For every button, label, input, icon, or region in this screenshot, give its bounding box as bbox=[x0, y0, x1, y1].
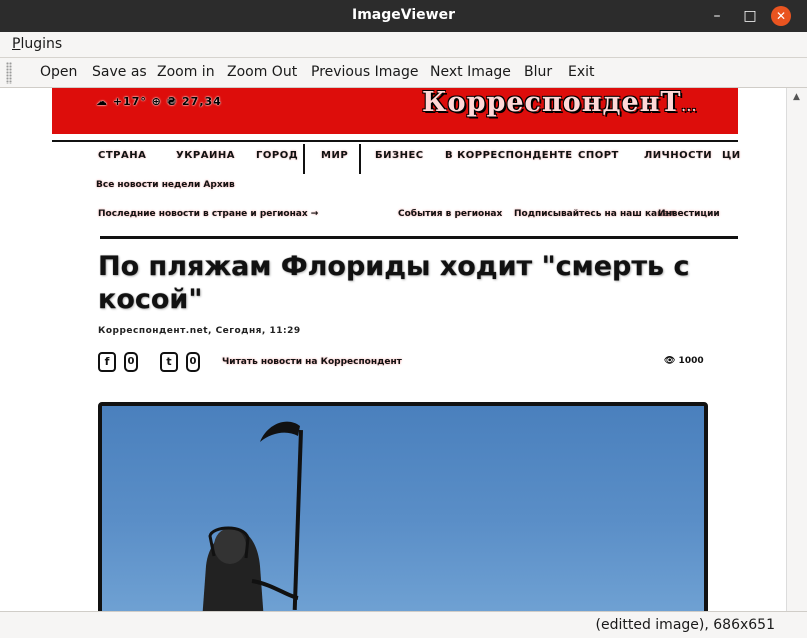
image-site-header: ☁ +17° ⊕ ₴ 27,34 КорреспонденТ... bbox=[52, 88, 738, 134]
image-nav-item: БИЗНЕС bbox=[375, 150, 424, 161]
image-nav-bar: СТРАНА УКРАИНА ГОРОД МИР БИЗНЕС В КОРРЕС… bbox=[52, 140, 741, 174]
image-share-text: Читать новости на Корреспондент bbox=[222, 357, 402, 367]
image-share-row: f 0 t 0 Читать новости на Корреспондент … bbox=[98, 352, 718, 374]
image-viewport[interactable]: ☁ +17° ⊕ ₴ 27,34 КорреспонденТ... СТРАНА… bbox=[0, 88, 786, 611]
menu-plugins-label: lugins bbox=[20, 36, 63, 52]
image-tagline: Все новости недели Архив bbox=[96, 180, 235, 190]
image-link: Подписывайтесь на наш канал bbox=[514, 209, 677, 219]
zoom-in-button[interactable]: Zoom in bbox=[157, 64, 215, 80]
open-button[interactable]: Open bbox=[40, 64, 77, 80]
image-nav-item-active: МИР bbox=[315, 150, 355, 161]
image-article-photo bbox=[98, 402, 708, 611]
twitter-share-count: 0 bbox=[186, 352, 200, 372]
image-article-headline: По пляжам Флориды ходит "смерть с косой" bbox=[98, 251, 690, 315]
next-image-button[interactable]: Next Image bbox=[430, 64, 511, 80]
blur-button[interactable]: Blur bbox=[524, 64, 552, 80]
menu-bar: Plugins bbox=[0, 32, 807, 58]
toolbar: Open Save as Zoom in Zoom Out Previous I… bbox=[0, 58, 807, 88]
image-nav-item: ГОРОД bbox=[256, 150, 299, 161]
exit-button[interactable]: Exit bbox=[568, 64, 595, 80]
image-header-info: ☁ +17° ⊕ ₴ 27,34 bbox=[96, 95, 222, 108]
window-title: ImageViewer bbox=[352, 7, 455, 23]
minimize-button[interactable]: – bbox=[707, 6, 727, 26]
close-button[interactable]: ✕ bbox=[771, 6, 791, 26]
scroll-up-arrow-icon[interactable]: ▲ bbox=[793, 92, 800, 102]
image-logo-suffix: ... bbox=[681, 100, 698, 114]
facebook-icon: f bbox=[98, 352, 116, 372]
image-nav-separator bbox=[303, 144, 305, 174]
image-nav-item: ЦИ bbox=[722, 150, 741, 161]
image-nav-item: В КОРРЕСПОНДЕНТЕ bbox=[445, 150, 573, 161]
maximize-button[interactable]: □ bbox=[740, 6, 760, 26]
previous-image-button[interactable]: Previous Image bbox=[311, 64, 418, 80]
save-as-button[interactable]: Save as bbox=[92, 64, 147, 80]
image-nav-item: СТРАНА bbox=[98, 150, 147, 161]
twitter-icon: t bbox=[160, 352, 178, 372]
image-article-byline: Корреспондент.net, Сегодня, 11:29 bbox=[98, 326, 301, 336]
grim-reaper-figure-icon bbox=[202, 421, 304, 611]
image-logo-text: КорреспонденТ bbox=[422, 88, 682, 118]
status-text: (editted image), 686x651 bbox=[595, 617, 775, 633]
status-bar: (editted image), 686x651 bbox=[0, 611, 807, 638]
menu-plugins[interactable]: Plugins bbox=[12, 36, 62, 52]
image-link: Инвестиции bbox=[658, 209, 720, 219]
zoom-out-button[interactable]: Zoom Out bbox=[227, 64, 297, 80]
image-link: События в регионах bbox=[398, 209, 503, 219]
title-bar: ImageViewer – □ ✕ bbox=[0, 0, 807, 32]
image-view-count: 👁 1000 bbox=[664, 356, 704, 366]
image-divider bbox=[100, 236, 738, 239]
toolbar-grip-handle[interactable] bbox=[6, 62, 12, 84]
facebook-share-count: 0 bbox=[124, 352, 138, 372]
image-nav-item: УКРАИНА bbox=[176, 150, 235, 161]
image-nav-item: СПОРТ bbox=[578, 150, 619, 161]
displayed-image: ☁ +17° ⊕ ₴ 27,34 КорреспонденТ... СТРАНА… bbox=[52, 88, 741, 611]
image-link: Последние новости в стране и регионах → bbox=[98, 209, 319, 219]
vertical-scrollbar[interactable]: ▲ bbox=[786, 88, 807, 611]
image-nav-separator bbox=[359, 144, 361, 174]
image-site-logo: КорреспонденТ... bbox=[422, 88, 697, 118]
image-nav-item: ЛИЧНОСТИ bbox=[644, 150, 713, 161]
image-viewer-window: ImageViewer – □ ✕ Plugins Open Save as Z… bbox=[0, 0, 807, 638]
